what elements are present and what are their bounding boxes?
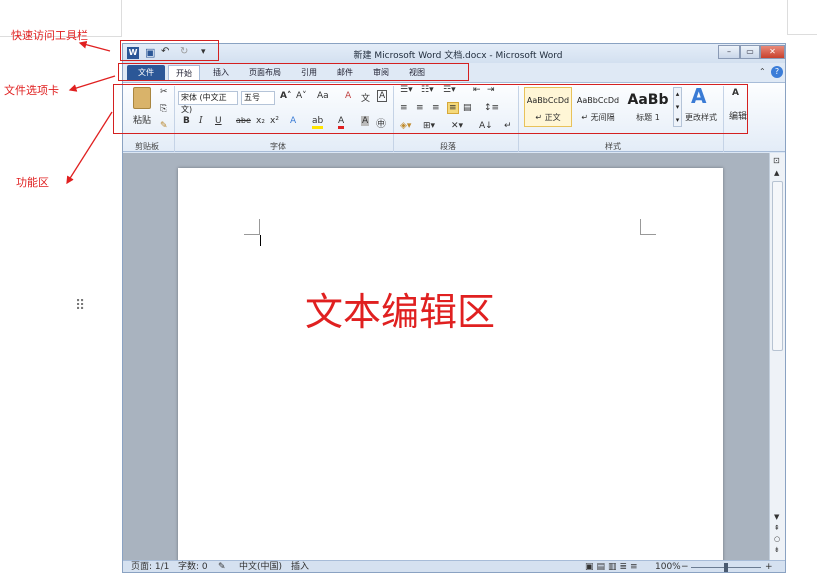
vertical-scrollbar[interactable]: ⊡ ▲ ▼ ⇞ ○ ⇟ <box>769 153 785 560</box>
margin-corner-top-left <box>244 219 260 235</box>
minimize-button[interactable]: – <box>718 45 740 59</box>
restore-button[interactable]: ▭ <box>740 45 760 59</box>
word-count[interactable]: 字数: 0 <box>178 561 208 572</box>
annotation-file-tabs: 文件选项卡 <box>4 84 59 97</box>
group-label-styles: 样式 <box>605 142 621 151</box>
page-edge-right <box>787 0 817 35</box>
zoom-in-button[interactable]: + <box>765 561 773 572</box>
annotation-ribbon: 功能区 <box>16 176 49 189</box>
highlight-quick-access <box>120 40 219 61</box>
status-bar: 页面: 1/1 字数: 0 ✎ 中文(中国) 插入 ▣▤▥≣≡ 100% − + <box>123 560 785 572</box>
highlight-ribbon <box>113 84 748 134</box>
annotation-quick-access: 快速访问工具栏 <box>11 29 88 42</box>
prev-page-icon[interactable]: ⇞ <box>774 524 780 532</box>
text-editing-area-label: 文本编辑区 <box>305 290 496 334</box>
zoom-out-button[interactable]: − <box>681 561 689 572</box>
collapse-ribbon-icon[interactable]: ⌃ <box>759 67 766 76</box>
page-count[interactable]: 页面: 1/1 <box>131 561 169 572</box>
zoom-level[interactable]: 100% <box>655 561 681 572</box>
view-buttons[interactable]: ▣▤▥≣≡ <box>585 561 641 572</box>
ruler-toggle-icon[interactable]: ⊡ <box>773 156 780 165</box>
document-area <box>123 153 769 568</box>
drag-handle-icon: ⠿ <box>75 298 86 314</box>
document-page[interactable] <box>178 168 723 568</box>
text-cursor <box>260 235 261 246</box>
language-status[interactable]: 中文(中国) <box>239 561 282 572</box>
title-bar: W ▣ ↶ ↻ ▾ 新建 Microsoft Word 文档.docx - Mi… <box>123 44 785 63</box>
window-title: 新建 Microsoft Word 文档.docx - Microsoft Wo… <box>353 51 563 61</box>
group-label-clipboard: 剪贴板 <box>135 142 159 151</box>
group-label-paragraph: 段落 <box>440 142 456 151</box>
scroll-down-arrow[interactable]: ▼ <box>774 513 779 521</box>
group-label-font: 字体 <box>270 142 286 151</box>
browse-object-icon[interactable]: ○ <box>774 535 780 543</box>
zoom-slider-thumb[interactable] <box>724 563 728 572</box>
next-page-icon[interactable]: ⇟ <box>774 546 780 554</box>
scroll-up-arrow[interactable]: ▲ <box>774 169 779 177</box>
close-button[interactable]: ✕ <box>760 45 785 59</box>
highlight-file-tabs <box>118 63 469 81</box>
help-icon[interactable]: ? <box>771 66 783 78</box>
insert-mode[interactable]: 插入 <box>291 561 309 572</box>
scrollbar-thumb[interactable] <box>772 181 783 351</box>
proofing-icon[interactable]: ✎ <box>218 561 226 572</box>
margin-corner-top-right <box>640 219 656 235</box>
